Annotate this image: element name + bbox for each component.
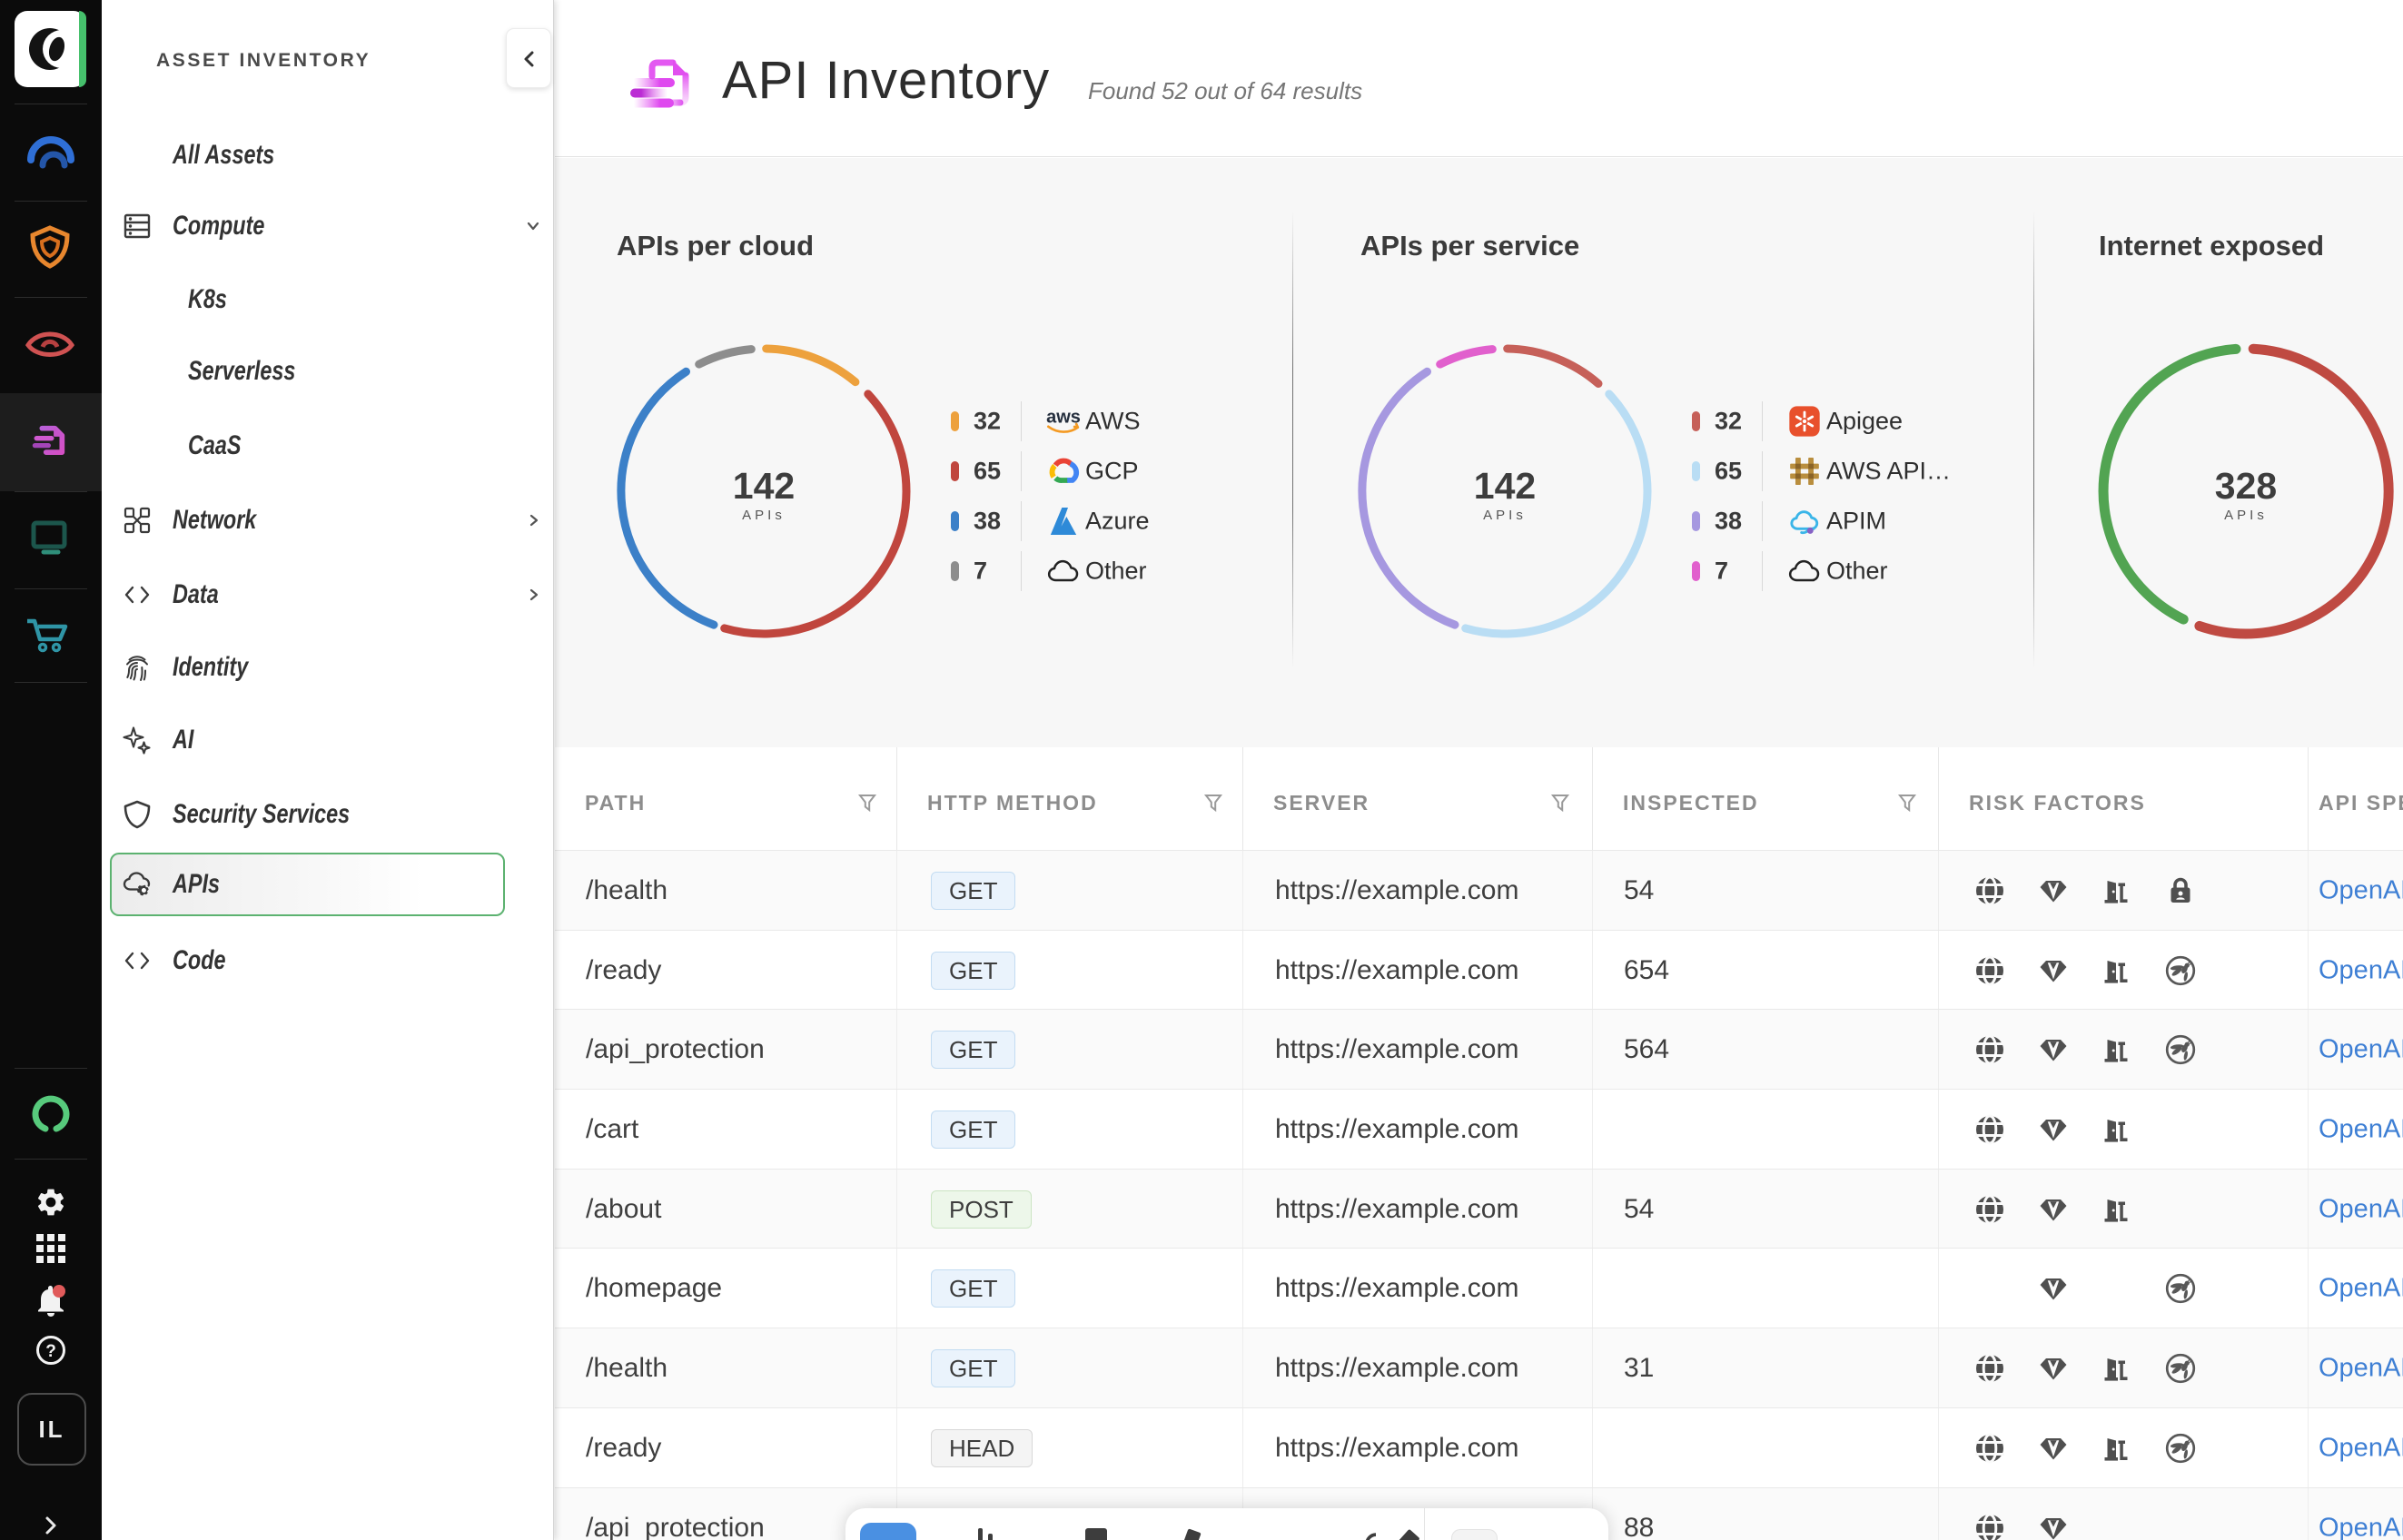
svg-text:?: ?: [45, 1342, 56, 1361]
